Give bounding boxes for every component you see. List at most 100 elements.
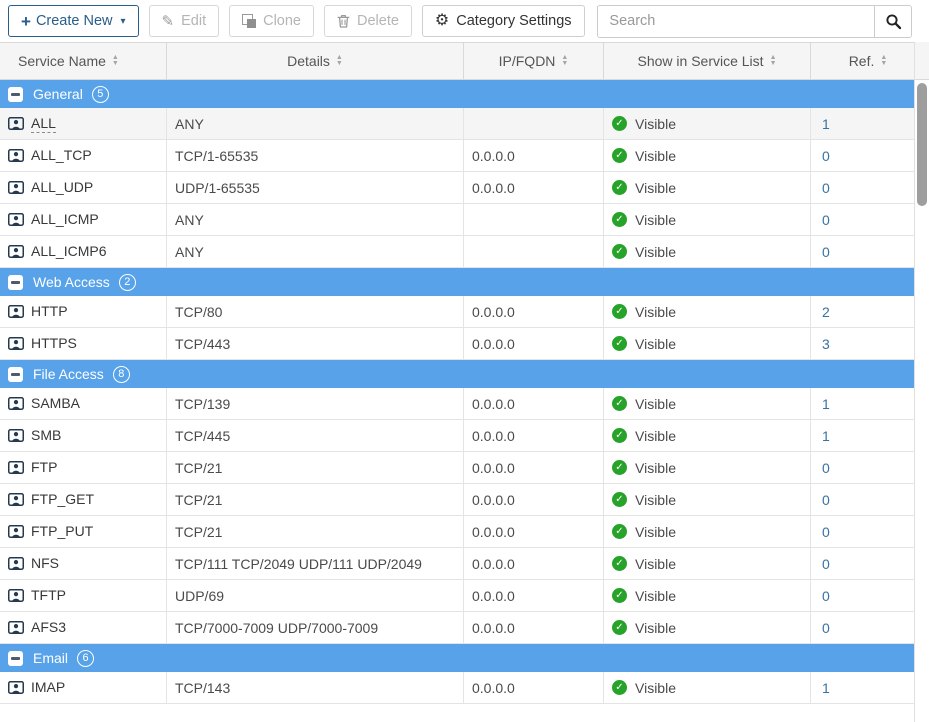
- ref-link[interactable]: 0: [822, 556, 830, 572]
- collapse-minus-icon[interactable]: [8, 87, 23, 102]
- service-ip: 0.0.0.0: [463, 548, 603, 579]
- service-icon: [8, 589, 24, 602]
- service-name: ALL_ICMP: [31, 211, 99, 228]
- ref-link[interactable]: 1: [822, 116, 830, 132]
- table-row[interactable]: SMB TCP/445 0.0.0.0 ✓ Visible 1: [0, 420, 914, 452]
- table-row[interactable]: IMAP TCP/143 0.0.0.0 ✓ Visible 1: [0, 672, 914, 704]
- scrollbar-thumb[interactable]: [917, 83, 927, 206]
- visible-status: ✓ Visible: [603, 328, 810, 359]
- search-icon: [885, 13, 902, 30]
- check-circle-icon: ✓: [612, 588, 627, 603]
- category-row[interactable]: Web Access 2: [0, 268, 914, 296]
- pencil-icon: ✎: [162, 14, 175, 29]
- service-icon: [8, 337, 24, 350]
- category-row[interactable]: File Access 8: [0, 360, 914, 388]
- service-details: ANY: [166, 108, 463, 139]
- check-circle-icon: ✓: [612, 336, 627, 351]
- ref-link[interactable]: 3: [822, 336, 830, 352]
- ref-link[interactable]: 2: [822, 304, 830, 320]
- table-row[interactable]: FTP_PUT TCP/21 0.0.0.0 ✓ Visible 0: [0, 516, 914, 548]
- service-ip: [463, 108, 603, 139]
- search-input[interactable]: [598, 6, 874, 37]
- trash-icon: [337, 14, 350, 28]
- service-ip: 0.0.0.0: [463, 420, 603, 451]
- create-new-button[interactable]: + Create New ▾: [8, 5, 139, 37]
- service-icon: [8, 149, 24, 162]
- ref-link[interactable]: 0: [822, 588, 830, 604]
- column-header-ip-fqdn[interactable]: IP/FQDN ▲▼: [463, 43, 603, 79]
- check-circle-icon: ✓: [612, 428, 627, 443]
- service-details: TCP/445: [166, 420, 463, 451]
- service-name: TFTP: [31, 587, 66, 604]
- table-row[interactable]: HTTP TCP/80 0.0.0.0 ✓ Visible 2: [0, 296, 914, 328]
- service-details: UDP/69: [166, 580, 463, 611]
- table-row[interactable]: ALL ANY ✓ Visible 1: [0, 108, 914, 140]
- table-row[interactable]: SAMBA TCP/139 0.0.0.0 ✓ Visible 1: [0, 388, 914, 420]
- clone-button[interactable]: Clone: [229, 5, 314, 37]
- column-header-service-name[interactable]: Service Name ▲▼: [0, 43, 166, 79]
- table-row[interactable]: AFS3 TCP/7000-7009 UDP/7000-7009 0.0.0.0…: [0, 612, 914, 644]
- service-icon: [8, 681, 24, 694]
- ref-link[interactable]: 0: [822, 244, 830, 260]
- table-row[interactable]: HTTPS TCP/443 0.0.0.0 ✓ Visible 3: [0, 328, 914, 360]
- service-details: TCP/7000-7009 UDP/7000-7009: [166, 612, 463, 643]
- ref-link[interactable]: 0: [822, 492, 830, 508]
- table-row[interactable]: ALL_ICMP6 ANY ✓ Visible 0: [0, 236, 914, 268]
- category-row[interactable]: General 5: [0, 80, 914, 108]
- ref-link[interactable]: 0: [822, 620, 830, 636]
- ref-link[interactable]: 0: [822, 148, 830, 164]
- ref-link[interactable]: 1: [822, 428, 830, 444]
- column-header-show-in-service-list[interactable]: Show in Service List ▲▼: [603, 43, 810, 79]
- edit-button[interactable]: ✎ Edit: [149, 5, 220, 37]
- column-header-ref[interactable]: Ref. ▲▼: [810, 43, 914, 79]
- table-row[interactable]: NFS TCP/111 TCP/2049 UDP/111 UDP/2049 0.…: [0, 548, 914, 580]
- delete-button[interactable]: Delete: [324, 5, 412, 37]
- search-button[interactable]: [874, 6, 911, 37]
- category-settings-button[interactable]: ⚙ Category Settings: [422, 5, 585, 37]
- table-row[interactable]: TFTP UDP/69 0.0.0.0 ✓ Visible 0: [0, 580, 914, 612]
- column-label: Ref.: [849, 53, 875, 69]
- visible-label: Visible: [635, 556, 676, 572]
- service-details: TCP/21: [166, 516, 463, 547]
- collapse-minus-icon[interactable]: [8, 651, 23, 666]
- check-circle-icon: ✓: [612, 116, 627, 131]
- sort-icon: ▲▼: [336, 55, 343, 67]
- ref-link[interactable]: 1: [822, 680, 830, 696]
- ref-link[interactable]: 1: [822, 396, 830, 412]
- ref-link[interactable]: 0: [822, 460, 830, 476]
- service-icon: [8, 245, 24, 258]
- visible-label: Visible: [635, 588, 676, 604]
- service-name: NFS: [31, 555, 59, 572]
- service-ip: [463, 204, 603, 235]
- column-label: Show in Service List: [638, 53, 764, 69]
- service-details: TCP/143: [166, 672, 463, 703]
- table-body: General 5 ALL ANY ✓ Visible 1: [0, 80, 914, 704]
- table-header: Service Name ▲▼ Details ▲▼ IP/FQDN ▲▼ Sh…: [0, 42, 914, 80]
- table-row[interactable]: ALL_ICMP ANY ✓ Visible 0: [0, 204, 914, 236]
- visible-label: Visible: [635, 524, 676, 540]
- service-ip: 0.0.0.0: [463, 296, 603, 327]
- table-row[interactable]: FTP_GET TCP/21 0.0.0.0 ✓ Visible 0: [0, 484, 914, 516]
- collapse-minus-icon[interactable]: [8, 275, 23, 290]
- service-name: ALL: [31, 115, 56, 133]
- ref-link[interactable]: 0: [822, 180, 830, 196]
- edit-label: Edit: [181, 13, 206, 29]
- visible-status: ✓ Visible: [603, 172, 810, 203]
- check-circle-icon: ✓: [612, 680, 627, 695]
- ref-link[interactable]: 0: [822, 212, 830, 228]
- ref-link[interactable]: 0: [822, 524, 830, 540]
- service-details: ANY: [166, 204, 463, 235]
- service-ip: 0.0.0.0: [463, 452, 603, 483]
- category-row[interactable]: Email 6: [0, 644, 914, 672]
- service-details: TCP/21: [166, 452, 463, 483]
- service-ip: 0.0.0.0: [463, 388, 603, 419]
- table-row[interactable]: FTP TCP/21 0.0.0.0 ✓ Visible 0: [0, 452, 914, 484]
- collapse-minus-icon[interactable]: [8, 367, 23, 382]
- column-header-details[interactable]: Details ▲▼: [166, 43, 463, 79]
- visible-status: ✓ Visible: [603, 580, 810, 611]
- visible-label: Visible: [635, 492, 676, 508]
- table-row[interactable]: ALL_TCP TCP/1-65535 0.0.0.0 ✓ Visible 0: [0, 140, 914, 172]
- visible-label: Visible: [635, 396, 676, 412]
- table-row[interactable]: ALL_UDP UDP/1-65535 0.0.0.0 ✓ Visible 0: [0, 172, 914, 204]
- services-page: + Create New ▾ ✎ Edit Clone Delete ⚙ Cat…: [0, 0, 929, 722]
